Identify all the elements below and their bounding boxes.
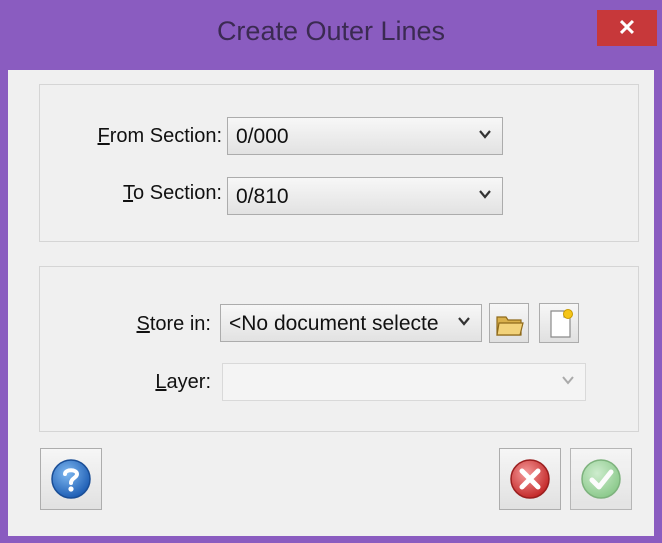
ok-button[interactable] [570, 448, 632, 510]
store-in-label: Store in: [136, 313, 212, 335]
help-icon [50, 458, 92, 505]
window-title: Create Outer Lines [216, 16, 446, 46]
layer-label: Layer: [155, 371, 211, 393]
layer-dropdown[interactable] [222, 363, 586, 401]
folder-icon [495, 311, 525, 342]
dialog-window: Create Outer Lines ✕ From Section: 0/000… [0, 0, 662, 543]
close-icon: ✕ [617, 15, 637, 40]
to-section-dropdown[interactable]: 0/810 [227, 177, 503, 215]
cancel-button[interactable] [499, 448, 561, 510]
cancel-icon [509, 458, 551, 505]
store-in-value: <No document selecte [229, 312, 439, 335]
chevron-down-icon [478, 126, 492, 146]
new-document-icon [548, 308, 574, 345]
close-button[interactable]: ✕ [597, 10, 657, 46]
new-document-button[interactable] [539, 303, 579, 343]
output-group: Store in: <No document selecte Layer: [39, 266, 639, 432]
store-in-dropdown[interactable]: <No document selecte [220, 304, 482, 342]
help-button[interactable] [40, 448, 102, 510]
to-section-label: To Section: [123, 182, 222, 204]
title-bar[interactable]: Create Outer Lines ✕ [0, 0, 662, 70]
chevron-down-icon [478, 186, 492, 206]
from-section-label: From Section: [97, 125, 222, 147]
from-section-dropdown[interactable]: 0/000 [227, 117, 503, 155]
to-section-value: 0/810 [236, 185, 289, 208]
dialog-client-area: From Section: 0/000 To Section: 0/810 St… [8, 70, 654, 536]
chevron-down-icon [561, 372, 575, 392]
section-range-group: From Section: 0/000 To Section: 0/810 [39, 84, 639, 242]
open-document-button[interactable] [489, 303, 529, 343]
ok-icon [580, 458, 622, 505]
chevron-down-icon [457, 313, 471, 333]
from-section-value: 0/000 [236, 125, 289, 148]
